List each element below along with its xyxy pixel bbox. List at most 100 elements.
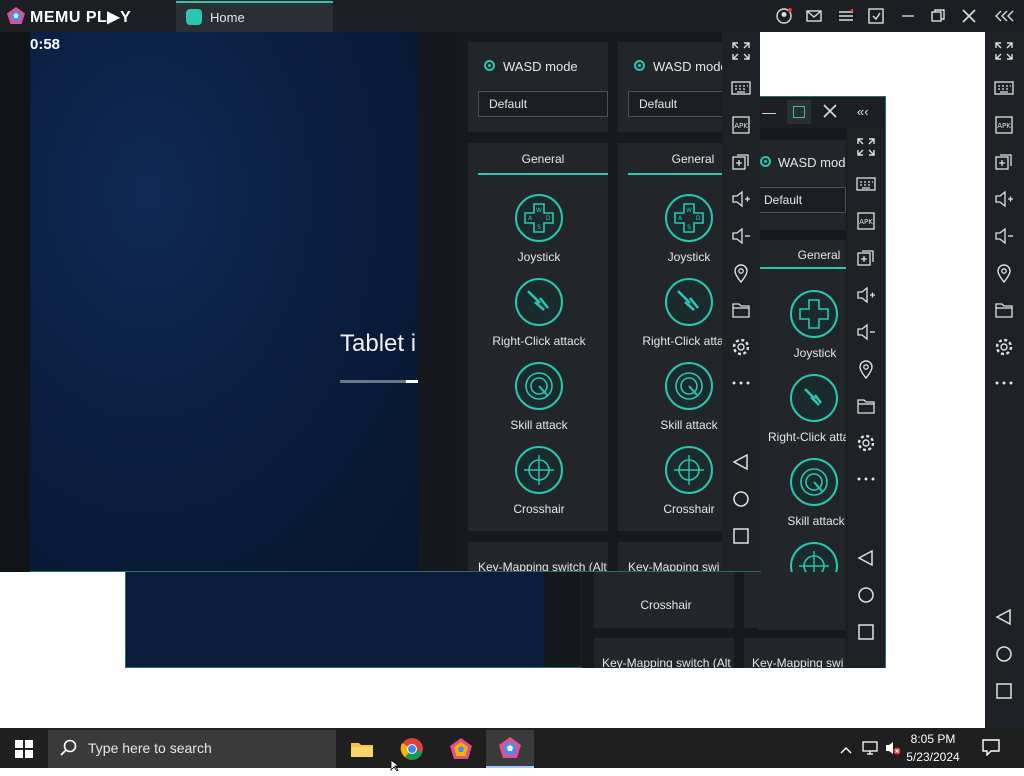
keymap-toolbar-volume-up-button[interactable] [729, 188, 753, 210]
joystick-icon [799, 299, 829, 329]
tray-time[interactable]: 8:05 PM [903, 732, 963, 746]
second-toolbar-recents-button[interactable] [854, 621, 878, 643]
start-button[interactable] [0, 730, 48, 768]
second-toolbar-keyboard-button[interactable] [854, 173, 878, 195]
col2-wasd-radio[interactable] [634, 60, 645, 71]
minimize-button[interactable] [900, 8, 916, 24]
col1-skill-attack-tool[interactable] [515, 362, 563, 410]
sidebar-fullscreen-button[interactable] [992, 40, 1016, 62]
second-joystick-tool[interactable] [790, 290, 838, 338]
col1-wasd-radio[interactable] [484, 60, 495, 71]
col1-switch-label[interactable]: Key-Mapping switch (Alt [478, 560, 608, 571]
second-toolbar-settings-button[interactable] [854, 432, 878, 454]
menu-button[interactable] [838, 8, 854, 24]
second-toolbar-apk-button[interactable]: APK [854, 210, 878, 232]
more-icon [732, 381, 750, 385]
second-toolbar-more-button[interactable] [854, 468, 878, 490]
sidebar-recents-button[interactable] [992, 680, 1016, 702]
second-toolbar-volume-up-button[interactable] [854, 284, 878, 306]
sidebar-more-button[interactable] [992, 372, 1016, 394]
second-right-click-tool[interactable] [790, 374, 838, 422]
sidebar-folder-button[interactable] [992, 299, 1016, 321]
mail-button[interactable] [806, 8, 822, 24]
sidebar-home-button[interactable] [992, 643, 1016, 665]
col1-right-click-attack-label: Right-Click attack [492, 334, 586, 348]
close-button[interactable] [961, 8, 977, 24]
sidebar-settings-button[interactable] [992, 336, 1016, 358]
back-icon [732, 453, 748, 471]
second-skill-tool[interactable] [790, 458, 838, 506]
second-general-tab[interactable]: General [790, 248, 848, 262]
keymap-toolbar-keyboard-button[interactable] [729, 77, 753, 99]
taskbar-file-explorer[interactable] [338, 730, 386, 768]
second-window-close-button[interactable] [823, 104, 837, 118]
second-window-maximize-button[interactable] [787, 100, 811, 124]
keymap-toolbar-more-button[interactable] [729, 372, 753, 394]
keymap-toolbar-apk-button[interactable]: APK [729, 114, 753, 136]
taskbar-memu-multi[interactable] [437, 730, 485, 768]
second-toolbar-location-button[interactable] [854, 358, 878, 380]
keymap-toolbar-volume-down-button[interactable] [729, 225, 753, 247]
tray-date[interactable]: 5/23/2024 [903, 750, 963, 764]
tray-show-hidden-button[interactable] [840, 742, 852, 760]
account-button[interactable] [776, 8, 792, 24]
keymap-toolbar-multi-window-button[interactable] [729, 151, 753, 173]
lower-switch-label-2[interactable]: Key-Mapping swi [752, 656, 844, 670]
keymap-toolbar-settings-button[interactable] [729, 336, 753, 358]
svg-text:APK: APK [859, 218, 873, 226]
sidebar-back-button[interactable] [992, 606, 1016, 628]
keymap-toolbar-recents-button[interactable] [729, 525, 753, 547]
volume-muted-icon [886, 742, 901, 755]
sidebar-keyboard-button[interactable] [992, 77, 1016, 99]
settings-icon [732, 338, 750, 356]
fullscreen-icon [995, 42, 1013, 60]
svg-text:APK: APK [734, 122, 748, 130]
tray-network-button[interactable] [862, 740, 880, 761]
maximize-button[interactable] [930, 8, 946, 24]
skill-attack-icon [525, 372, 553, 400]
android-screen[interactable] [30, 32, 420, 572]
second-toolbar-folder-button[interactable] [854, 395, 878, 417]
second-window-collapse-button[interactable]: «‹ [857, 104, 875, 119]
second-toolbar-home-button[interactable] [854, 584, 878, 606]
sidebar-multi-window-button[interactable] [992, 151, 1016, 173]
keymap-toolbar-location-button[interactable] [729, 262, 753, 284]
keymap-toolbar-fullscreen-button[interactable] [729, 40, 753, 62]
sidebar-volume-up-button[interactable] [992, 188, 1016, 210]
sidebar-apk-button[interactable]: APK [992, 114, 1016, 136]
home-tab-icon [186, 9, 202, 25]
right-click-attack-icon [677, 290, 700, 311]
col1-general-underline [478, 173, 608, 175]
keyboard-icon [994, 81, 1014, 95]
recents-icon [858, 624, 874, 640]
col1-general-tab[interactable]: General [478, 152, 608, 166]
tray-volume-button[interactable] [884, 740, 902, 761]
tab-home[interactable]: Home [176, 1, 333, 32]
second-toolbar-back-button[interactable] [854, 547, 878, 569]
second-window-minimize-button[interactable]: — [762, 104, 776, 120]
col2-joystick-tool[interactable]: WA DS [665, 194, 713, 242]
col2-crosshair-tool[interactable] [665, 446, 713, 494]
keymap-toolbar-home-button[interactable] [729, 488, 753, 510]
keymap-toolbar-folder-button[interactable] [729, 299, 753, 321]
second-toolbar-volume-down-button[interactable] [854, 321, 878, 343]
notification-center-button[interactable] [982, 738, 1000, 761]
apk-icon: APK [857, 212, 875, 230]
col2-skill-attack-tool[interactable] [665, 362, 713, 410]
keyboard-icon [731, 81, 751, 95]
col1-crosshair-tool[interactable] [515, 446, 563, 494]
lower-switch-label-1[interactable]: Key-Mapping switch (Alt [602, 656, 732, 670]
second-toolbar-multi-window-button[interactable] [854, 247, 878, 269]
taskbar-memu-play[interactable] [486, 730, 534, 768]
joystick-icon: WA DS [524, 203, 554, 233]
col2-right-click-attack-tool[interactable] [665, 278, 713, 326]
collapse-sidebar-button[interactable] [994, 8, 1016, 24]
keymap-toolbar-back-button[interactable] [729, 451, 753, 473]
second-toolbar-fullscreen-button[interactable] [854, 136, 878, 158]
second-wasd-radio[interactable] [760, 156, 771, 167]
screenshot-button[interactable] [868, 8, 884, 24]
col1-right-click-attack-tool[interactable] [515, 278, 563, 326]
col1-joystick-tool[interactable]: WA DS [515, 194, 563, 242]
sidebar-location-button[interactable] [992, 262, 1016, 284]
sidebar-volume-down-button[interactable] [992, 225, 1016, 247]
